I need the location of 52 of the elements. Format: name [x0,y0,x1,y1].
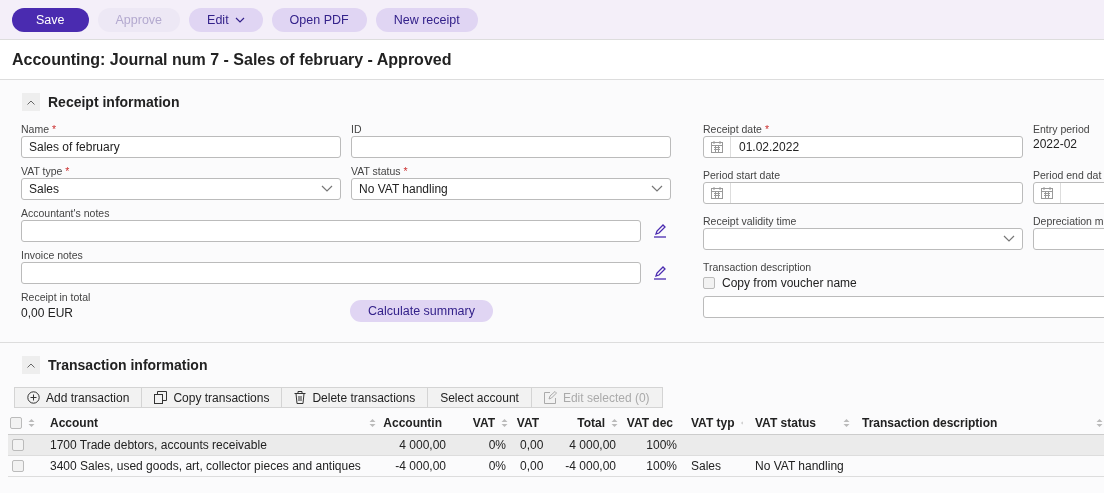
field-label: Period end dat [1033,168,1103,182]
column-header[interactable]: VAT typ [691,416,735,430]
field-label: VAT type * [21,164,71,178]
table-cell: Sales [691,459,722,473]
field-label: Invoice notes [21,248,84,262]
toolbar-button[interactable]: Edit [189,7,263,32]
table-cell: 4 000,00 [569,438,616,452]
field-label: Depreciation m [1033,214,1104,228]
field-label: Accountant's notes [21,206,111,220]
toolbar-button[interactable]: Save [12,7,89,32]
table-cell: 3400 Sales, used goods, art, collector pieces and antiques [50,459,361,473]
field-label: ID [351,122,363,136]
calculate-button[interactable]: Calculate summary [350,300,493,322]
date-field[interactable]: 01.02.2022 [703,136,1023,158]
column-header[interactable]: Accountin [383,416,442,430]
field-label: Entry period [1033,122,1091,136]
table-cell: 0% [488,438,506,452]
column-header[interactable]: Total [577,416,605,430]
column-header[interactable]: VAT [472,416,495,430]
field-label: Name * [21,122,58,136]
section-title: Receipt information [48,94,180,110]
column-header[interactable]: VAT status [755,416,837,430]
table-cell: No VAT handling [755,459,844,473]
field-label: Receipt date * [703,122,770,136]
table-cell: 100% [646,438,677,452]
total-value: 0,00 EUR [21,306,75,320]
table-cell: 1700 Trade debtors, accounts receivable [50,438,267,452]
text-field[interactable]: Sales of february [21,136,341,158]
column-header[interactable]: Account [50,416,363,430]
field-label: Transaction description [703,260,813,274]
column-header[interactable]: Transaction description [862,416,1090,430]
field-label: Receipt validity time [703,214,798,228]
dropdown-field[interactable]: No VAT handling [351,178,671,200]
field-label: VAT status * [351,164,409,178]
section-title: Transaction information [48,357,208,373]
checkbox-label: Copy from voucher name [722,276,857,290]
table-cell: 0,00 [520,438,544,452]
table-cell: 0,00 [520,459,544,473]
toolbar-button[interactable]: New receipt [375,7,478,32]
table-cell: 100% [646,459,677,473]
table-cell: 4 000,00 [399,438,446,452]
page-title: Accounting: Journal num 7 - Sales of february - Approved [0,40,1104,80]
table-cell: -4 000,00 [395,459,446,473]
field-label: Receipt in total [21,290,92,304]
toolbar-button[interactable]: Open PDF [271,7,367,32]
field-value: 2022-02 [1033,136,1079,153]
dropdown-field[interactable]: Sales [21,178,341,200]
table-cell: -4 000,00 [565,459,616,473]
table-cell: 0% [488,459,506,473]
field-label: Period start date [703,168,782,182]
column-header[interactable]: VAT [516,416,539,430]
column-header[interactable]: VAT dec [626,416,673,430]
